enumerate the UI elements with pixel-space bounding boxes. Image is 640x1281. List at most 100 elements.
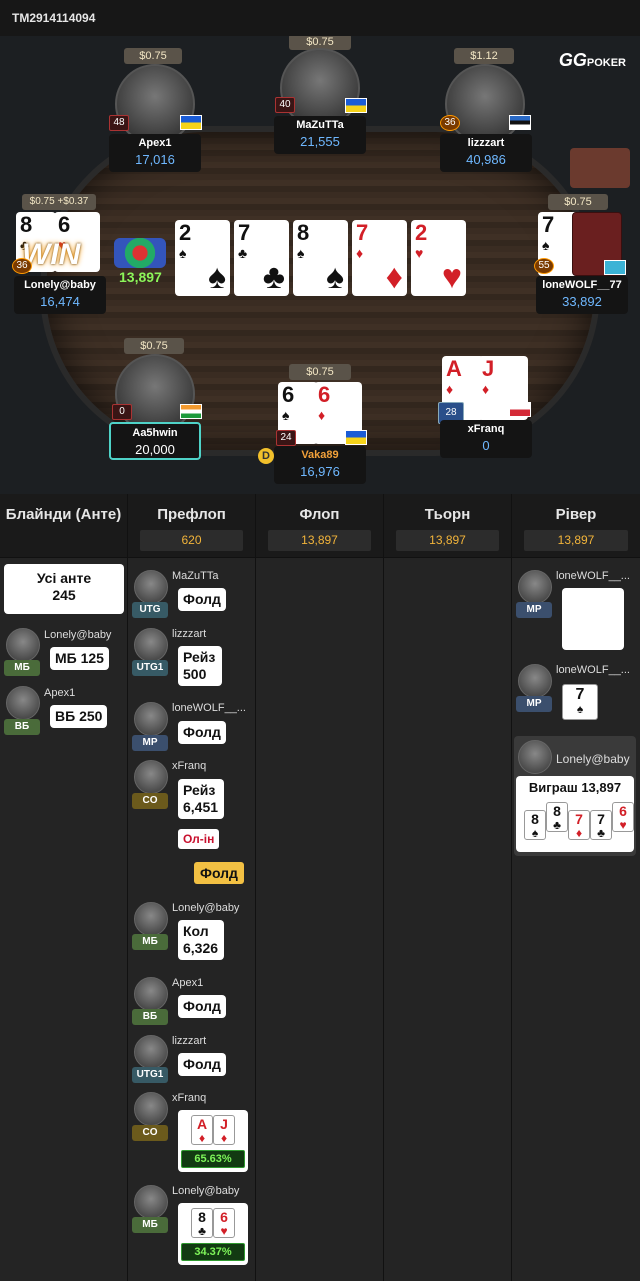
player-name: loneWOLF__...: [556, 570, 630, 582]
player-name: lizzzart: [172, 628, 207, 640]
card: 8 ♣: [191, 1208, 213, 1238]
player-name: xFranq: [172, 760, 207, 772]
seat-xfranq[interactable]: xFranq 0: [440, 420, 532, 458]
level-badge: 48: [109, 115, 129, 131]
player-name: Lonely@baby: [44, 629, 112, 641]
avatar: [518, 664, 552, 698]
position-badge: ВБ: [4, 719, 40, 735]
player-name: loneWOLF__...: [556, 664, 630, 676]
avatar: [134, 628, 168, 662]
level-badge: 36: [12, 258, 32, 274]
avatar: [134, 1185, 168, 1219]
win-box: Виграш 13,897 8 ♠ 8 ♣ 7 ♦ 7 ♣ 6 ♥: [516, 776, 634, 852]
player-name: loneWOLF__...: [172, 702, 246, 714]
player-name: Apex1: [172, 977, 204, 989]
pot-value: 13,897: [524, 530, 628, 551]
fold-badge: Фолд: [194, 862, 244, 884]
showdown-box: A ♦ J ♦ 65.63%: [178, 1110, 248, 1172]
player-name: lizzzart: [172, 1035, 207, 1047]
position-badge: CO: [132, 793, 168, 809]
column-title: Префлоп: [157, 506, 226, 523]
player-name: Lonely@baby: [172, 1185, 240, 1197]
flag-icon: [180, 404, 202, 419]
seat-apex1[interactable]: Apex1 17,016: [109, 134, 201, 172]
win-amount: Виграш 13,897: [528, 780, 622, 795]
column-title: Тьорн: [424, 506, 471, 523]
card: J ♦: [213, 1115, 235, 1145]
action-bubble: Фолд: [178, 1053, 226, 1076]
player-name: xFranq: [172, 1092, 207, 1104]
seat-aa5hwin[interactable]: Aa5hwin 20,000: [109, 422, 201, 460]
action-bubble: Фолд: [178, 721, 226, 744]
action-bubble: Фолд: [178, 588, 226, 611]
position-badge: МР: [516, 696, 552, 712]
equity-value: 34.37%: [181, 1243, 245, 1261]
flag-icon: [509, 402, 531, 417]
action-bubble: Фолд: [178, 995, 226, 1018]
seat-vaka89[interactable]: Vaka89 16,976: [274, 446, 366, 484]
flag-icon: [345, 430, 367, 445]
pot-value: 13,897: [268, 530, 371, 551]
player-name: Apex1: [44, 687, 76, 699]
pot-value: 13,897: [396, 530, 499, 551]
position-badge: МР: [516, 602, 552, 618]
position-badge: МБ: [132, 1217, 168, 1233]
player-name: MaZuTTa: [172, 570, 219, 582]
card: 7 ♠: [562, 684, 598, 720]
pot-value: 620: [140, 530, 243, 551]
all-ante-box: Усі анте 245: [4, 564, 124, 614]
position-badge: ВБ: [132, 1009, 168, 1025]
card: 8 ♠: [524, 810, 546, 840]
top-bar: TM2914114094: [0, 0, 640, 36]
player-name: Lonely@baby: [172, 902, 240, 914]
avatar: [134, 760, 168, 794]
card: 8 ♣: [546, 802, 568, 832]
flag-icon: [345, 98, 367, 113]
avatar: [518, 740, 552, 774]
emote-button[interactable]: [570, 148, 630, 188]
card: 6 ♥: [612, 802, 634, 832]
winner-panel: Lonely@baby Виграш 13,897 8 ♠ 8 ♣ 7 ♦ 7 ♣ 6 ♥: [514, 736, 636, 856]
flag-icon: [604, 260, 626, 275]
column-turn: Тьорн 13,897: [384, 494, 512, 1281]
chip-stack-icon: [114, 238, 166, 268]
avatar[interactable]: [445, 64, 525, 144]
level-badge: 40: [275, 97, 295, 113]
bet-chip: $0.75: [289, 364, 351, 380]
level-badge: 36: [440, 115, 460, 131]
bet-chip: $0.75: [124, 338, 184, 354]
column-title: Флоп: [299, 506, 340, 523]
pot-amount: 13,897: [119, 269, 162, 285]
board-card: 7 ♦ ♦: [352, 220, 407, 296]
dealer-button: D: [258, 448, 274, 464]
emote-sticker: [562, 588, 624, 650]
level-badge: 55: [534, 258, 554, 274]
position-badge: CO: [132, 1125, 168, 1141]
board-card: 7 ♣ ♣: [234, 220, 289, 296]
flag-icon: [180, 115, 202, 130]
hand-history: Блайнди (Анте) Префлоп 620 Флоп 13,897 Тьо…: [0, 494, 640, 1281]
avatar: [6, 628, 40, 662]
equity-value: 65.63%: [181, 1150, 245, 1168]
poker-table: GGPOKER $0.75 48 Apex1 17,016 $0.75 40 Ma…: [0, 36, 640, 494]
seat-lonely-baby[interactable]: Lonely@baby 16,474: [14, 276, 106, 314]
seat-lonewolf[interactable]: loneWOLF__77 33,892: [536, 276, 628, 314]
position-badge: МБ: [132, 934, 168, 950]
seat-mazutta[interactable]: MaZuTTa 21,555: [274, 116, 366, 154]
player-name: Lonely@baby: [556, 752, 630, 766]
seat-lizzzart[interactable]: lizzzart 40,986: [440, 134, 532, 172]
action-bubble: Рейз 6,451: [178, 779, 224, 819]
board-card: 8 ♠ ♠: [293, 220, 348, 296]
board-card: 2 ♥ ♥: [411, 220, 466, 296]
avatar[interactable]: [115, 64, 195, 144]
column-flop: Флоп 13,897: [256, 494, 384, 1281]
bet-chip: $0.75: [124, 48, 182, 64]
board-card: 2 ♠ ♠: [175, 220, 230, 296]
column-title: Рівер: [555, 506, 597, 523]
bet-chip: $0.75: [548, 194, 608, 210]
card: 6 ♥: [213, 1208, 235, 1238]
action-bubble: ВБ 250: [50, 705, 108, 728]
level-badge: 24: [276, 430, 296, 446]
all-in-badge: Ол-ін: [178, 829, 220, 849]
action-bubble: Рейз 500: [178, 646, 222, 686]
